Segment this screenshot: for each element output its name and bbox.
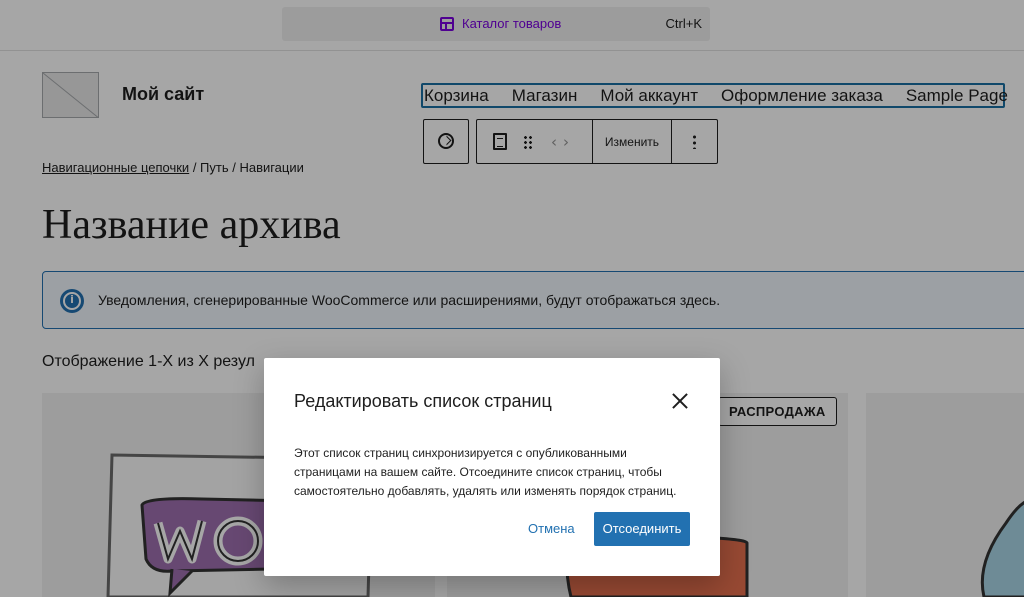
dialog-title: Редактировать список страниц (294, 391, 552, 411)
detach-button[interactable]: Отсоединить (594, 512, 690, 546)
close-icon[interactable] (668, 389, 692, 413)
cancel-button[interactable]: Отмена (518, 512, 585, 546)
dialog-message: Этот список страниц синхронизируется с о… (294, 446, 677, 498)
edit-page-list-dialog: Редактировать список страниц Этот список… (264, 358, 720, 576)
